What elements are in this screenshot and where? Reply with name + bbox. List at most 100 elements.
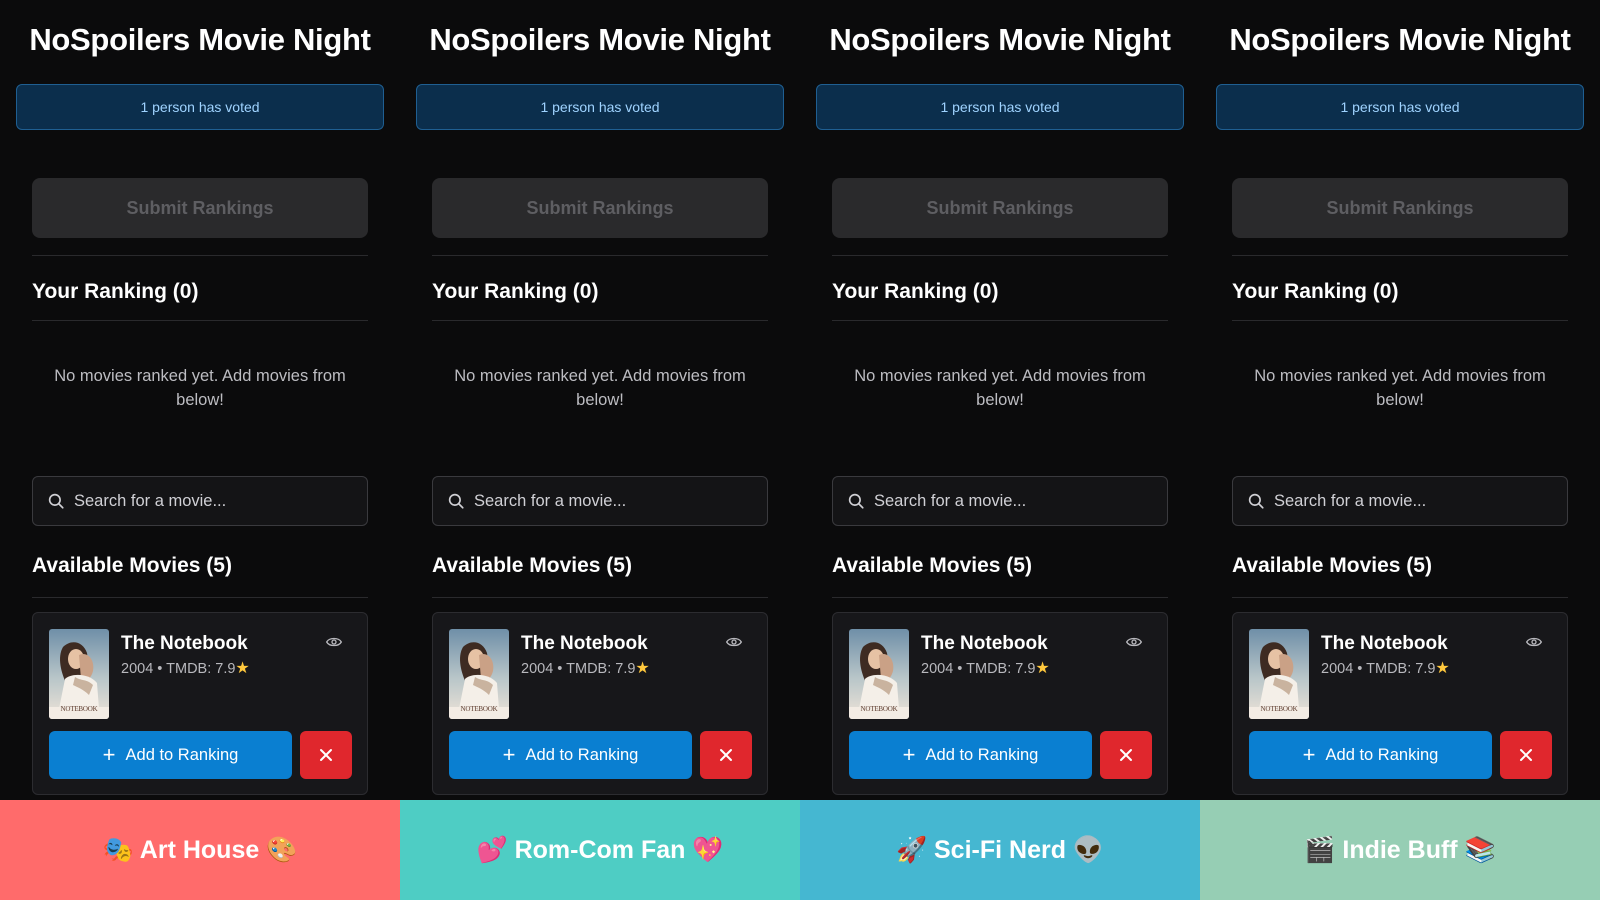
- movie-title: The Notebook: [521, 633, 648, 654]
- close-icon: [1520, 749, 1532, 761]
- ranking-heading: Your Ranking (0): [1232, 280, 1399, 303]
- close-icon: [720, 749, 732, 761]
- ranking-heading: Your Ranking (0): [32, 280, 199, 303]
- divider: [32, 255, 368, 256]
- persona-panel: NoSpoilers Movie Night 1 person has vote…: [800, 0, 1200, 900]
- empty-ranking-message: No movies ranked yet. Add movies from be…: [854, 367, 1146, 409]
- poster-title: NOTEBOOK: [60, 705, 98, 713]
- star-icon: ★: [635, 660, 650, 677]
- available-heading: Available Movies (5): [432, 554, 632, 577]
- close-icon: [1120, 749, 1132, 761]
- submit-rankings-button[interactable]: Submit Rankings: [32, 178, 368, 238]
- movie-title: The Notebook: [921, 633, 1048, 654]
- submit-rankings-button[interactable]: Submit Rankings: [432, 178, 768, 238]
- persona-tab[interactable]: 💕 Rom-Com Fan 💖: [400, 800, 800, 900]
- submit-rankings-button[interactable]: Submit Rankings: [832, 178, 1168, 238]
- available-heading: Available Movies (5): [1232, 554, 1432, 577]
- available-heading: Available Movies (5): [832, 554, 1032, 577]
- plus-icon: +: [902, 742, 916, 767]
- dismiss-movie-button[interactable]: [1500, 731, 1552, 779]
- movie-poster: NOTEBOOK: [49, 629, 109, 719]
- vote-status-banner: 1 person has voted: [16, 84, 384, 130]
- divider: [832, 320, 1168, 321]
- add-to-ranking-button[interactable]: + Add to Ranking: [849, 731, 1092, 779]
- eye-icon[interactable]: [1123, 633, 1145, 651]
- persona-tab[interactable]: 🎬 Indie Buff 📚: [1200, 800, 1600, 900]
- star-icon: ★: [235, 660, 250, 677]
- movie-meta: 2004 • TMDB: 7.9★: [921, 658, 1050, 678]
- persona-panel: NoSpoilers Movie Night 1 person has vote…: [0, 0, 400, 900]
- plus-icon: +: [1302, 742, 1316, 767]
- movie-card: NOTEBOOK The Notebook 2004 • TMDB: 7.9★ …: [1232, 612, 1568, 795]
- poster-title: NOTEBOOK: [460, 705, 498, 713]
- search-box[interactable]: [32, 476, 368, 526]
- close-icon: [320, 749, 332, 761]
- dismiss-movie-button[interactable]: [700, 731, 752, 779]
- movie-poster: NOTEBOOK: [1249, 629, 1309, 719]
- plus-icon: +: [102, 742, 116, 767]
- movie-year-rating: 2004 • TMDB: 7.9: [521, 661, 636, 677]
- add-to-ranking-label: Add to Ranking: [925, 745, 1039, 764]
- add-to-ranking-label: Add to Ranking: [1325, 745, 1439, 764]
- add-to-ranking-button[interactable]: + Add to Ranking: [49, 731, 292, 779]
- search-input[interactable]: [1274, 491, 1554, 511]
- eye-icon[interactable]: [323, 633, 345, 651]
- submit-rankings-button[interactable]: Submit Rankings: [1232, 178, 1568, 238]
- movie-year-rating: 2004 • TMDB: 7.9: [1321, 661, 1436, 677]
- divider: [432, 597, 768, 598]
- movie-card: NOTEBOOK The Notebook 2004 • TMDB: 7.9★ …: [432, 612, 768, 795]
- empty-ranking-message: No movies ranked yet. Add movies from be…: [454, 367, 746, 409]
- vote-status-banner: 1 person has voted: [416, 84, 784, 130]
- persona-tab[interactable]: 🚀 Sci-Fi Nerd 👽: [800, 800, 1200, 900]
- movie-poster: NOTEBOOK: [449, 629, 509, 719]
- movie-meta: 2004 • TMDB: 7.9★: [1321, 658, 1450, 678]
- movie-card: NOTEBOOK The Notebook 2004 • TMDB: 7.9★ …: [32, 612, 368, 795]
- movie-title: The Notebook: [121, 633, 248, 654]
- ranking-heading: Your Ranking (0): [832, 280, 999, 303]
- add-to-ranking-label: Add to Ranking: [525, 745, 639, 764]
- divider: [432, 255, 768, 256]
- available-heading: Available Movies (5): [32, 554, 232, 577]
- movie-poster: NOTEBOOK: [849, 629, 909, 719]
- eye-icon[interactable]: [1523, 633, 1545, 651]
- persona-tab[interactable]: 🎭 Art House 🎨: [0, 800, 400, 900]
- divider: [1232, 597, 1568, 598]
- divider: [832, 597, 1168, 598]
- movie-title: The Notebook: [1321, 633, 1448, 654]
- persona-panel: NoSpoilers Movie Night 1 person has vote…: [1200, 0, 1600, 900]
- search-icon: [848, 493, 864, 509]
- plus-icon: +: [502, 742, 516, 767]
- search-box[interactable]: [432, 476, 768, 526]
- search-input[interactable]: [874, 491, 1154, 511]
- persona-panels: NoSpoilers Movie Night 1 person has vote…: [0, 0, 1600, 900]
- poster-title: NOTEBOOK: [860, 705, 898, 713]
- divider: [1232, 320, 1568, 321]
- movie-year-rating: 2004 • TMDB: 7.9: [921, 661, 1036, 677]
- vote-status-banner: 1 person has voted: [816, 84, 1184, 130]
- app-title: NoSpoilers Movie Night: [29, 22, 371, 57]
- search-input[interactable]: [74, 491, 354, 511]
- app-title: NoSpoilers Movie Night: [829, 22, 1171, 57]
- persona-panel: NoSpoilers Movie Night 1 person has vote…: [400, 0, 800, 900]
- add-to-ranking-button[interactable]: + Add to Ranking: [449, 731, 692, 779]
- divider: [432, 320, 768, 321]
- vote-status-banner: 1 person has voted: [1216, 84, 1584, 130]
- movie-meta: 2004 • TMDB: 7.9★: [521, 658, 650, 678]
- app-title: NoSpoilers Movie Night: [1229, 22, 1571, 57]
- dismiss-movie-button[interactable]: [1100, 731, 1152, 779]
- search-box[interactable]: [1232, 476, 1568, 526]
- divider: [832, 255, 1168, 256]
- star-icon: ★: [1435, 660, 1450, 677]
- add-to-ranking-button[interactable]: + Add to Ranking: [1249, 731, 1492, 779]
- movie-card: NOTEBOOK The Notebook 2004 • TMDB: 7.9★ …: [832, 612, 1168, 795]
- eye-icon[interactable]: [723, 633, 745, 651]
- poster-title: NOTEBOOK: [1260, 705, 1298, 713]
- divider: [32, 320, 368, 321]
- movie-year-rating: 2004 • TMDB: 7.9: [121, 661, 236, 677]
- dismiss-movie-button[interactable]: [300, 731, 352, 779]
- search-icon: [1248, 493, 1264, 509]
- search-box[interactable]: [832, 476, 1168, 526]
- search-input[interactable]: [474, 491, 754, 511]
- ranking-heading: Your Ranking (0): [432, 280, 599, 303]
- app-title: NoSpoilers Movie Night: [429, 22, 771, 57]
